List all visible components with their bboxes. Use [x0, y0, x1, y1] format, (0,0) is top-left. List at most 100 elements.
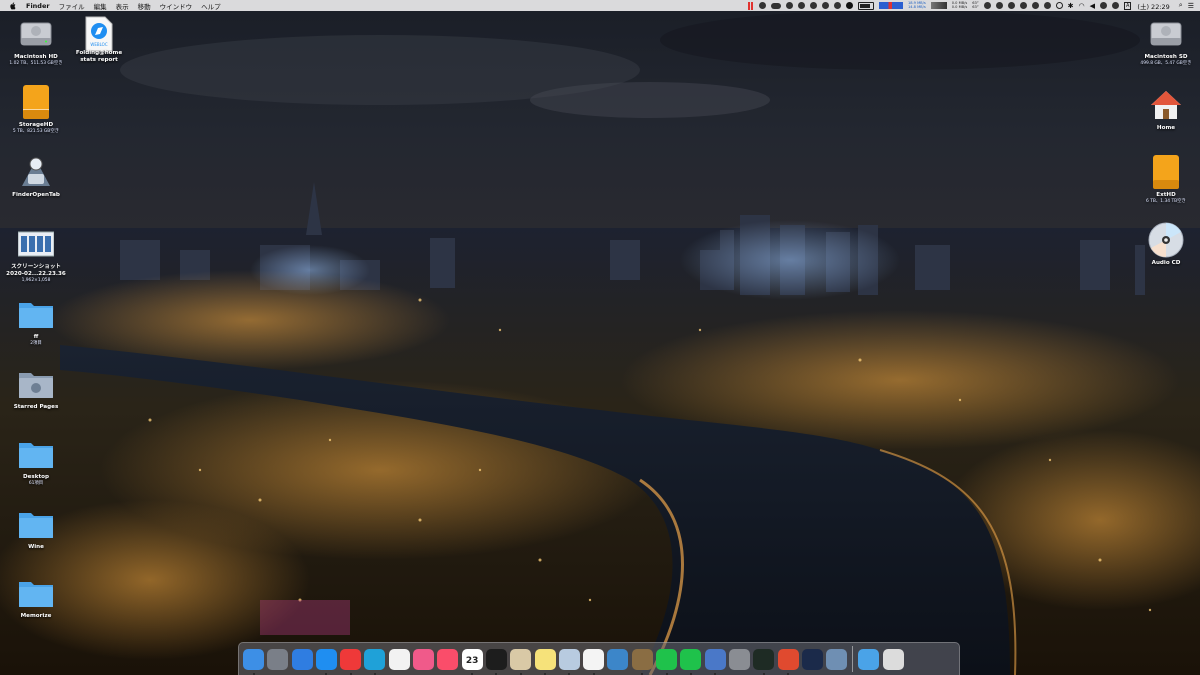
clock-icon[interactable] — [1055, 2, 1063, 9]
calendar-icon[interactable]: 23 — [461, 648, 483, 675]
status-app-icon[interactable] — [1100, 2, 1107, 9]
git-icon[interactable] — [777, 648, 799, 675]
quicktime-icon[interactable] — [801, 648, 823, 670]
line-icon[interactable] — [656, 648, 678, 675]
running-indicator — [252, 672, 255, 675]
script-editor-icon[interactable] — [510, 648, 532, 675]
icon-label: FinderOpenTab — [12, 192, 60, 198]
external-disk-icon — [18, 84, 54, 120]
desktop-icon-home[interactable]: Home — [1135, 87, 1197, 132]
trash-icon[interactable] — [882, 648, 904, 670]
automator-app-icon — [18, 154, 54, 190]
line-icon[interactable] — [680, 648, 702, 675]
desktop-icon-exthd[interactable]: ExtHD 6 TB、1.34 TB空き — [1135, 154, 1197, 205]
battery-icon[interactable] — [857, 1, 874, 10]
file-type-badge: WEBLOC — [90, 42, 108, 47]
status-app-icon[interactable] — [1019, 2, 1027, 9]
icon-label: Folding@home stats report — [75, 49, 123, 63]
desktop-icon-ff[interactable]: ff 2項目 — [5, 296, 67, 347]
network-speed-readout[interactable]: 18.9 MB/s 14.8 MB/s — [908, 1, 926, 10]
photo-slideshow-icon[interactable] — [607, 648, 629, 670]
external-disk-icon — [1148, 154, 1184, 190]
desktop-icon-screenshot[interactable]: スクリーンショット 2020-02...22.23.36 1,962×1,058 — [5, 226, 67, 284]
cd-icon — [1148, 222, 1184, 258]
status-app-icon[interactable] — [809, 2, 817, 9]
folder-icon — [18, 296, 54, 332]
menu-go[interactable]: 移動 — [138, 1, 151, 11]
dark-mode-icon[interactable] — [845, 2, 853, 9]
volume-icon[interactable]: ◀ — [1090, 2, 1095, 10]
cpu-graph-icon[interactable] — [930, 2, 947, 9]
desktop-icon-finderopentab[interactable]: FinderOpenTab — [5, 154, 67, 199]
downloads-folder-icon[interactable] — [858, 648, 880, 670]
desktop-icon-macintosh-sd[interactable]: Macintosh SD 499.8 GB、5.47 GB空き — [1135, 16, 1197, 67]
menu-view[interactable]: 表示 — [116, 1, 129, 11]
input-method-icon[interactable]: A — [1124, 1, 1132, 10]
menu-edit[interactable]: 編集 — [94, 1, 107, 11]
automator-icon[interactable] — [631, 648, 653, 675]
menu-window[interactable]: ウインドウ — [160, 1, 193, 11]
icon-info: 1.02 TB、511.53 GB空き — [9, 61, 63, 66]
image-capture-icon[interactable] — [826, 648, 848, 670]
mission-control-icon[interactable] — [291, 648, 313, 670]
recording-indicator-icon[interactable] — [747, 1, 754, 10]
notes-icon[interactable] — [534, 648, 556, 675]
cloud-icon[interactable] — [770, 2, 781, 9]
preview-icon[interactable] — [558, 648, 580, 675]
running-indicator — [568, 672, 571, 675]
calendar-day-number: 23 — [465, 656, 479, 666]
status-app-icon[interactable] — [797, 2, 805, 9]
desktop-icon-desktop[interactable]: Desktop 61項目 — [5, 436, 67, 487]
status-app-icon[interactable] — [995, 2, 1003, 9]
desktop-icon-wine[interactable]: Wine — [5, 506, 67, 551]
running-indicator — [349, 672, 352, 675]
desktop-icon-audio-cd[interactable]: Audio CD — [1135, 222, 1197, 267]
edge-icon[interactable] — [364, 648, 386, 675]
finder-icon[interactable] — [243, 648, 264, 675]
folder-icon — [18, 436, 54, 472]
vivaldi-icon[interactable] — [340, 648, 362, 675]
safari-icon[interactable] — [315, 648, 337, 675]
terminal-icon[interactable] — [485, 648, 507, 675]
apple-menu-icon[interactable] — [9, 1, 17, 10]
network-speed-readout-2[interactable]: 0.0 MB/s 0.0 MB/s — [952, 1, 968, 10]
launchpad-icon[interactable] — [267, 648, 289, 670]
desktop-icon-macintosh-hd[interactable]: Macintosh HD 1.02 TB、511.53 GB空き — [5, 16, 67, 67]
control-center-icon[interactable]: ☰ — [1188, 2, 1194, 10]
system-preferences-icon[interactable] — [728, 648, 750, 670]
running-indicator — [495, 672, 498, 675]
itunes-icon[interactable] — [413, 648, 435, 670]
desktop-icon-storagehd[interactable]: StorageHD 5 TB、821.53 GB空き — [5, 84, 67, 135]
status-app-icon[interactable] — [821, 2, 829, 9]
running-indicator — [641, 672, 644, 675]
menu-app-name[interactable]: Finder — [26, 2, 50, 10]
music-icon[interactable] — [437, 648, 459, 670]
bluetooth-icon[interactable]: ✱ — [1068, 2, 1074, 10]
menu-help[interactable]: ヘルプ — [201, 1, 221, 11]
screen-sharing-icon[interactable] — [704, 648, 726, 675]
status-app-icon[interactable] — [1031, 2, 1039, 9]
temp-2: 63° — [972, 4, 979, 9]
status-app-icon[interactable] — [1043, 2, 1051, 9]
wifi-icon[interactable]: ◠ — [1079, 2, 1085, 10]
photos-icon[interactable] — [388, 648, 410, 670]
desktop-icon-starred-pages[interactable]: Starred Pages — [5, 366, 67, 411]
status-app-icon[interactable] — [785, 2, 793, 9]
status-app-icon[interactable] — [758, 2, 766, 9]
menu-file[interactable]: ファイル — [59, 1, 85, 11]
menubar-clock[interactable]: (土) 22:29 — [1137, 1, 1169, 11]
network-graph-icon[interactable] — [878, 2, 903, 9]
status-app-icon[interactable] — [983, 2, 991, 9]
status-app-icon[interactable] — [1007, 2, 1015, 9]
temperature-readout[interactable]: 63° 63° — [972, 1, 979, 10]
search-icon[interactable]: ⌕ — [1179, 1, 1183, 10]
textedit-icon[interactable] — [583, 648, 605, 675]
status-app-icon[interactable] — [833, 2, 841, 9]
status-app-icon[interactable] — [1112, 2, 1119, 9]
activity-monitor-icon[interactable] — [753, 648, 775, 675]
status-area: 18.9 MB/s 14.8 MB/s 0.0 MB/s 0.0 MB/s 63° 6… — [743, 0, 1200, 11]
icon-info: 5 TB、821.53 GB空き — [12, 129, 60, 134]
desktop-icon-memorize[interactable]: Memorize — [5, 575, 67, 620]
folder-icon — [18, 506, 54, 542]
desktop-icon-folding-webloc[interactable]: WEBLOC Folding@home stats report — [68, 16, 130, 64]
